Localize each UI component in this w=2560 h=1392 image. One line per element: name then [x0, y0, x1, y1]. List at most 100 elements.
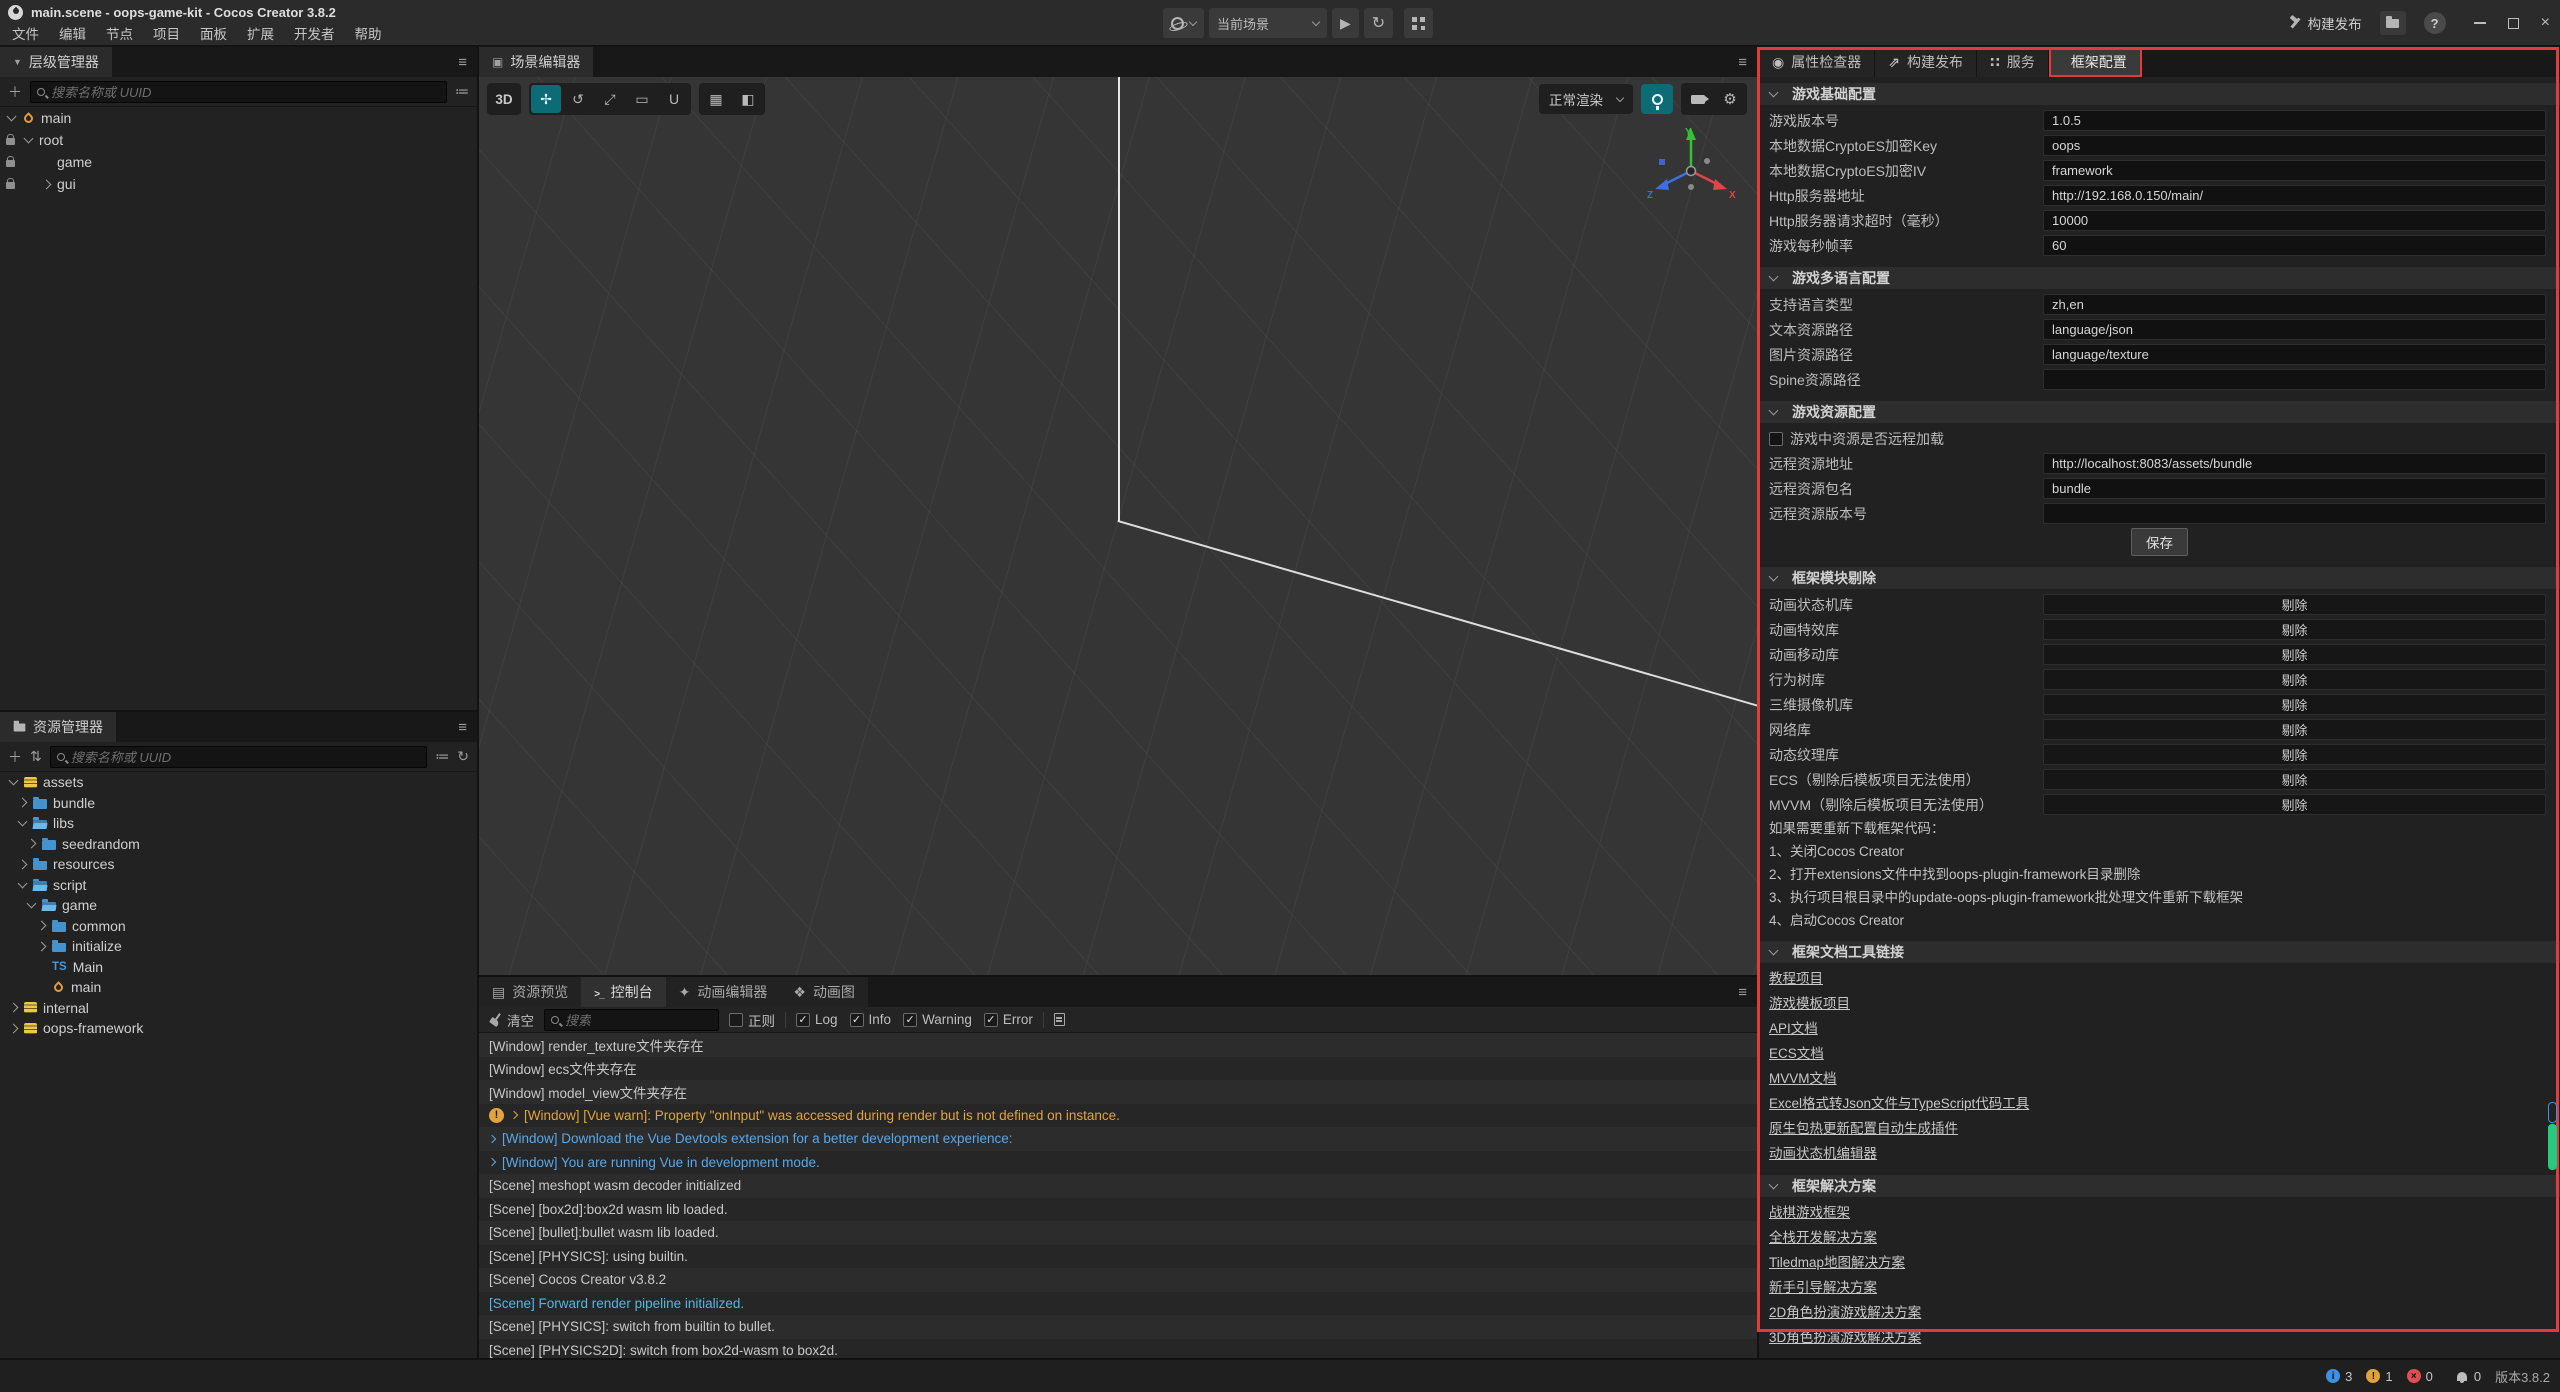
- chevron-icon[interactable]: [9, 1003, 19, 1013]
- asset-node-row[interactable]: seedrandom: [0, 834, 477, 855]
- play-button[interactable]: ▶: [1332, 8, 1359, 38]
- console-search-input[interactable]: 搜索: [544, 1009, 719, 1031]
- rotate-tool-button[interactable]: ↺: [563, 85, 593, 113]
- field-input[interactable]: [2043, 319, 2546, 340]
- hierarchy-menu-icon[interactable]: ≡: [458, 54, 467, 71]
- solution-link[interactable]: 全栈开发解决方案: [1759, 1225, 2560, 1250]
- inspector-tab[interactable]: 构建发布: [1875, 47, 1977, 77]
- view-settings-button[interactable]: ⚙: [1715, 85, 1745, 113]
- console-log-row[interactable]: ! [Scene] Forward render pipeline initia…: [479, 1292, 1757, 1316]
- section-header[interactable]: 游戏基础配置: [1759, 83, 2560, 105]
- asset-node-row[interactable]: game: [0, 895, 477, 916]
- doc-link[interactable]: ECS文档: [1759, 1041, 2560, 1066]
- checkbox-icon[interactable]: [903, 1013, 917, 1027]
- hierarchy-search-input[interactable]: 搜索名称或 UUID: [30, 81, 447, 103]
- section-header[interactable]: 框架文档工具链接: [1759, 941, 2560, 963]
- console-log-row[interactable]: ! [Scene] meshopt wasm decoder initializ…: [479, 1174, 1757, 1198]
- hierarchy-filter-icon[interactable]: ≔: [455, 83, 469, 100]
- field-input[interactable]: [2043, 185, 2546, 206]
- field-input[interactable]: [2043, 135, 2546, 156]
- sort-assets-icon[interactable]: ⇅: [30, 748, 42, 765]
- chevron-icon[interactable]: [37, 921, 47, 931]
- menu-item[interactable]: 扩展: [237, 24, 284, 45]
- info-count[interactable]: i 3: [2326, 1369, 2352, 1384]
- help-button[interactable]: ?: [2424, 12, 2446, 34]
- field-input[interactable]: [2043, 110, 2546, 131]
- axis-gizmo[interactable]: Y X Z: [1645, 121, 1737, 213]
- error-count[interactable]: × 0: [2407, 1369, 2433, 1384]
- chevron-icon[interactable]: [42, 179, 52, 189]
- doc-link[interactable]: 动画状态机编辑器: [1759, 1141, 2560, 1166]
- open-project-folder-button[interactable]: [2380, 11, 2406, 35]
- asset-node-row[interactable]: main: [0, 977, 477, 998]
- checkbox-icon[interactable]: [796, 1013, 810, 1027]
- field-input[interactable]: [2043, 160, 2546, 181]
- console-tab[interactable]: 动画图: [780, 977, 868, 1007]
- log-filter-checkbox[interactable]: Error: [984, 1012, 1033, 1027]
- chevron-icon[interactable]: [18, 817, 28, 827]
- remove-module-button[interactable]: 剔除: [2043, 594, 2546, 615]
- chevron-icon[interactable]: [27, 839, 37, 849]
- menu-item[interactable]: 开发者: [284, 24, 345, 45]
- scale-tool-button[interactable]: ⤢: [595, 85, 625, 113]
- snap-object-button[interactable]: ◧: [733, 85, 763, 113]
- minimize-button[interactable]: [2474, 22, 2486, 24]
- platform-select[interactable]: [1163, 8, 1204, 38]
- section-header[interactable]: 游戏多语言配置: [1759, 267, 2560, 289]
- chevron-icon[interactable]: [18, 878, 28, 888]
- chevron-icon[interactable]: [9, 776, 19, 786]
- asset-node-row[interactable]: assets: [0, 772, 477, 793]
- inspector-tab[interactable]: 服务: [1977, 47, 2049, 77]
- snap-grid-button[interactable]: ▦: [701, 85, 731, 113]
- asset-node-row[interactable]: internal: [0, 998, 477, 1019]
- field-input[interactable]: [2043, 453, 2546, 474]
- build-publish-button[interactable]: 构建发布: [2288, 13, 2362, 33]
- asset-node-row[interactable]: oops-framework: [0, 1018, 477, 1039]
- scrollbar-thumb[interactable]: [2548, 1124, 2557, 1170]
- doc-link[interactable]: 原生包热更新配置自动生成插件: [1759, 1116, 2560, 1141]
- menu-item[interactable]: 节点: [96, 24, 143, 45]
- gizmo-tool-button[interactable]: U: [659, 85, 689, 113]
- console-menu-icon[interactable]: ≡: [1738, 984, 1747, 1001]
- console-log-row[interactable]: ! [Scene] Cocos Creator v3.8.2: [479, 1268, 1757, 1292]
- regex-checkbox[interactable]: 正则: [729, 1010, 775, 1030]
- field-input[interactable]: [2043, 503, 2546, 524]
- chevron-icon[interactable]: [7, 112, 17, 122]
- field-input[interactable]: [2043, 210, 2546, 231]
- remove-module-button[interactable]: 剔除: [2043, 794, 2546, 815]
- assets-refresh-icon[interactable]: ↻: [457, 748, 469, 765]
- checkbox-icon[interactable]: [850, 1013, 864, 1027]
- console-log-row[interactable]: ! [Scene] [PHYSICS2D]: switch from box2d…: [479, 1339, 1757, 1359]
- remove-module-button[interactable]: 剔除: [2043, 719, 2546, 740]
- asset-node-row[interactable]: resources: [0, 854, 477, 875]
- expand-chevron-icon[interactable]: [488, 1135, 496, 1143]
- menu-item[interactable]: 面板: [190, 24, 237, 45]
- chevron-icon[interactable]: [9, 1023, 19, 1033]
- save-button[interactable]: 保存: [2131, 528, 2188, 556]
- console-log-row[interactable]: ! [Window] ecs文件夹存在: [479, 1057, 1757, 1081]
- asset-node-row[interactable]: libs: [0, 813, 477, 834]
- remote-load-checkbox[interactable]: [1769, 432, 1783, 446]
- chevron-icon[interactable]: [18, 859, 28, 869]
- inspector-tab[interactable]: 属性检查器: [1759, 47, 1875, 77]
- field-input[interactable]: [2043, 369, 2546, 390]
- doc-link[interactable]: Excel格式转Json文件与TypeScript代码工具: [1759, 1091, 2560, 1116]
- clear-console-button[interactable]: 清空: [489, 1010, 534, 1030]
- menu-item[interactable]: 项目: [143, 24, 190, 45]
- assets-menu-icon[interactable]: ≡: [458, 719, 467, 736]
- checkbox-icon[interactable]: [984, 1013, 998, 1027]
- hierarchy-node-row[interactable]: root: [0, 129, 477, 151]
- scene-select[interactable]: 当前场景: [1209, 8, 1327, 38]
- field-input[interactable]: [2043, 344, 2546, 365]
- asset-node-row[interactable]: script: [0, 875, 477, 896]
- tab-assets[interactable]: 资源管理器: [0, 712, 116, 742]
- console-tab[interactable]: 控制台: [581, 977, 665, 1007]
- console-log-row[interactable]: ! [Scene] [bullet]:bullet wasm lib loade…: [479, 1221, 1757, 1245]
- console-log-row[interactable]: ! [Window] [Vue warn]: Property "onInput…: [479, 1104, 1757, 1128]
- doc-link[interactable]: 游戏模板项目: [1759, 991, 2560, 1016]
- expand-chevron-icon[interactable]: [510, 1111, 518, 1119]
- chevron-icon[interactable]: [24, 134, 34, 144]
- scrollbar-marker[interactable]: [2548, 1102, 2557, 1123]
- console-log-row[interactable]: ! [Scene] [PHYSICS]: switch from builtin…: [479, 1315, 1757, 1339]
- field-input[interactable]: [2043, 235, 2546, 256]
